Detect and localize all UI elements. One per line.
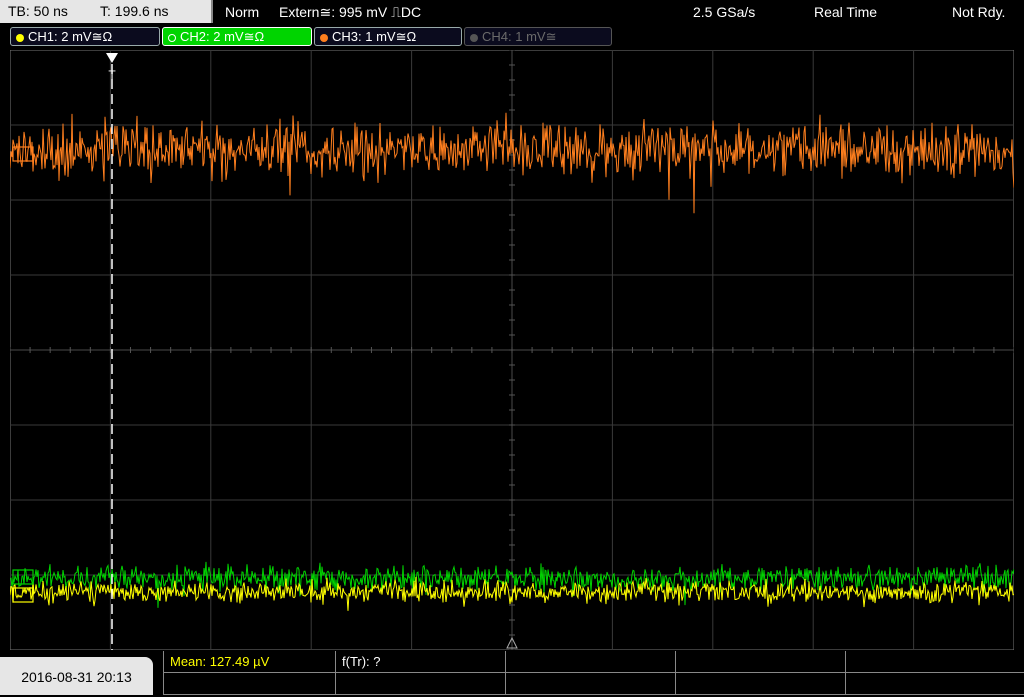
measurement-slot-3[interactable] [506, 651, 676, 673]
trigger-marker-label: T [108, 68, 116, 82]
measurement-mean[interactable]: Mean: 127.49 µV [164, 651, 336, 673]
status-bar: TB: 50 ns T: 199.6 ns Norm Extern≅: 995 … [0, 0, 1024, 24]
channel-bar: CH1: 2 mV≅Ω CH2: 2 mV≅Ω CH3: 1 mV≅Ω CH4:… [0, 26, 1024, 48]
acquisition-state-label: Not Rdy. [952, 4, 1006, 20]
channel-1-button[interactable]: CH1: 2 mV≅Ω [10, 27, 160, 46]
measurement-risetime-freq[interactable]: f(Tr): ? [336, 651, 506, 673]
measurement-slot-9[interactable] [676, 673, 846, 695]
channel-4-dot-icon [470, 33, 478, 42]
channel-2-dot-icon [168, 33, 176, 42]
channel-4-button[interactable]: CH4: 1 mV≅ [464, 27, 612, 46]
measurement-slot-4[interactable] [676, 651, 846, 673]
sample-rate-label: 2.5 GSa/s [693, 4, 756, 20]
date-time-display: 2016-08-31 20:13 [0, 657, 153, 695]
measurement-slot-6[interactable] [164, 673, 336, 695]
measurement-slot-8[interactable] [506, 673, 676, 695]
channel-1-label: CH1: 2 mV≅Ω [28, 29, 113, 44]
acquisition-mode-label: Real Time [814, 4, 878, 20]
channel-3-button[interactable]: CH3: 1 mV≅Ω [314, 27, 462, 46]
channel-4-label: CH4: 1 mV≅ [482, 29, 557, 44]
channel-3-dot-icon [320, 33, 328, 42]
channel-2-label: CH2: 2 mV≅Ω [180, 29, 265, 44]
trigger-mode-label[interactable]: Norm [225, 0, 259, 24]
measurement-slot-7[interactable] [336, 673, 506, 695]
waveform-display[interactable]: T [10, 50, 1014, 650]
measurement-panel: Mean: 127.49 µV f(Tr): ? [163, 651, 1024, 695]
channel-1-dot-icon [16, 33, 24, 42]
measurement-slot-10[interactable] [846, 673, 1024, 695]
channel-3-label: CH3: 1 mV≅Ω [332, 29, 417, 44]
trigger-time-label: T: 199.6 ns [100, 3, 169, 19]
timebase-box[interactable]: TB: 50 ns T: 199.6 ns [0, 0, 213, 23]
timebase-label: TB: 50 ns [8, 3, 68, 19]
trigger-source-label[interactable]: Extern≅: 995 mV ⎍DC [279, 0, 421, 24]
measurement-slot-5[interactable] [846, 651, 1024, 673]
channel-2-button[interactable]: CH2: 2 mV≅Ω [162, 27, 312, 46]
